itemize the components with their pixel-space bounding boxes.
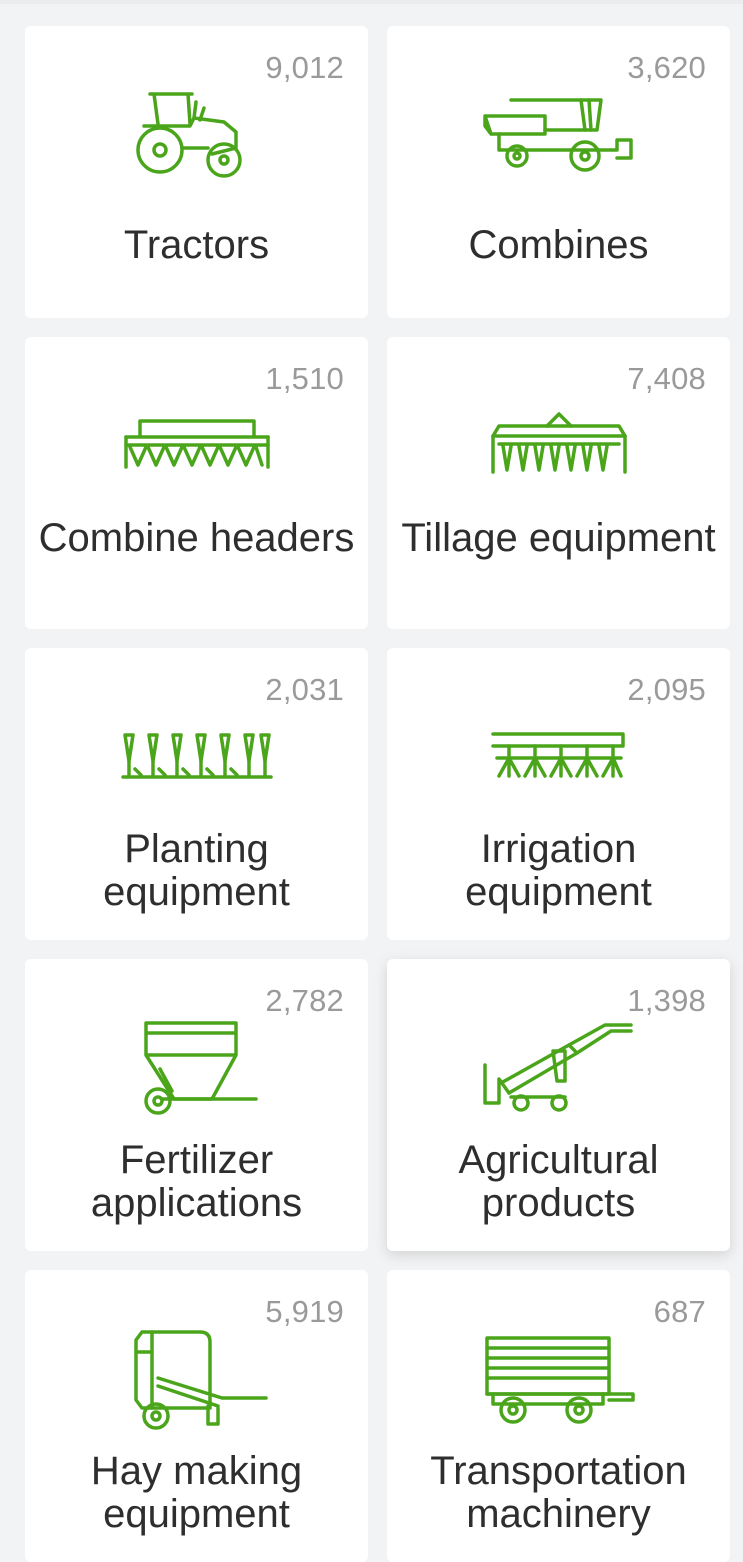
grain-auger-icon xyxy=(387,1019,730,1119)
listing-count: 2,031 xyxy=(265,672,344,707)
listing-count: 3,620 xyxy=(627,50,706,85)
category-card-agricultural-products-processing[interactable]: 1,398 Agricultural products processing a… xyxy=(387,959,730,1251)
listing-count: 2,095 xyxy=(627,672,706,707)
listing-count: 687 xyxy=(653,1294,706,1329)
category-label: Combine headers xyxy=(38,517,355,560)
category-card-fertilizer-applications[interactable]: 2,782 Fertilizer applications xyxy=(25,959,368,1251)
farm-trailer-icon xyxy=(387,1330,730,1430)
listing-count: 9,012 xyxy=(265,50,344,85)
listing-count: 1,398 xyxy=(627,983,706,1018)
top-edge xyxy=(0,0,743,4)
category-label: Agricultural products processing and xyxy=(423,1139,694,1227)
category-grid: 9,012 Tractors 3,620 Combines 1,510 Comb… xyxy=(25,26,730,1562)
category-label: Transportation machinery xyxy=(430,1450,687,1536)
category-card-transportation-machinery[interactable]: 687 Transportation machinery xyxy=(387,1270,730,1562)
planter-icon xyxy=(25,708,368,808)
category-card-tillage-equipment[interactable]: 7,408 Tillage equipment xyxy=(387,337,730,629)
tillage-equipment-icon xyxy=(387,397,730,497)
listing-count: 7,408 xyxy=(627,361,706,396)
category-label: Tillage equipment xyxy=(401,517,716,560)
combine-harvester-icon xyxy=(387,86,730,186)
irrigation-icon xyxy=(387,708,730,808)
category-label: Fertilizer applications xyxy=(90,1139,303,1225)
hay-baler-icon xyxy=(25,1330,368,1430)
category-card-planting-equipment[interactable]: 2,031 Planting equipment xyxy=(25,648,368,940)
category-card-irrigation-equipment[interactable]: 2,095 Irrigation equipment xyxy=(387,648,730,940)
listing-count: 2,782 xyxy=(265,983,344,1018)
category-card-tractors[interactable]: 9,012 Tractors xyxy=(25,26,368,318)
listing-count: 5,919 xyxy=(265,1294,344,1329)
category-card-hay-making-equipment[interactable]: 5,919 Hay making equipment xyxy=(25,1270,368,1562)
category-label: Combines xyxy=(468,224,649,267)
category-card-combines[interactable]: 3,620 Combines xyxy=(387,26,730,318)
category-label: Hay making equipment xyxy=(90,1450,303,1536)
category-card-combine-headers[interactable]: 1,510 Combine headers xyxy=(25,337,368,629)
tractor-icon xyxy=(25,86,368,186)
category-label: Planting equipment xyxy=(103,828,290,914)
combine-header-icon xyxy=(25,397,368,497)
category-label: Tractors xyxy=(123,224,270,267)
category-label: Irrigation equipment xyxy=(465,828,652,914)
listing-count: 1,510 xyxy=(265,361,344,396)
fertilizer-spreader-icon xyxy=(25,1019,368,1119)
